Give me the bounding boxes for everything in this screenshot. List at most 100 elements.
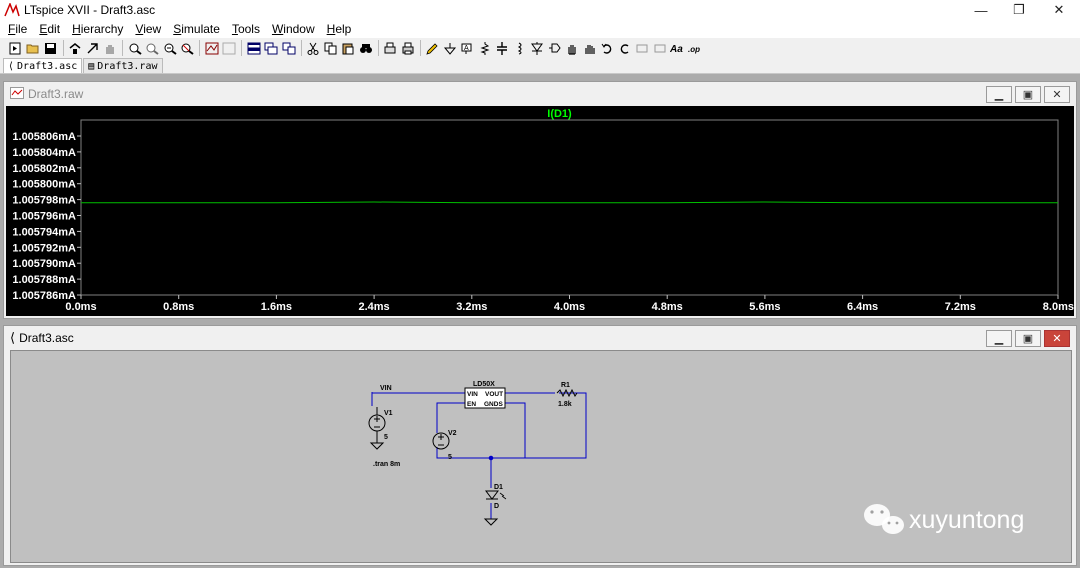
- ground-icon[interactable]: [441, 40, 458, 56]
- menu-bar: File Edit Hierarchy View Simulate Tools …: [0, 20, 1080, 38]
- wechat-logo-icon: [864, 504, 904, 534]
- halt-hand-icon[interactable]: [102, 40, 119, 56]
- waveform-window-titlebar[interactable]: Draft3.raw: [4, 82, 1076, 106]
- zoom-in-icon[interactable]: [126, 40, 143, 56]
- v1-value[interactable]: 5: [384, 434, 388, 441]
- zoom-out-icon[interactable]: [161, 40, 178, 56]
- draw-wire-pencil-icon[interactable]: [424, 40, 441, 56]
- d1-symbol: [485, 490, 499, 500]
- print-icon[interactable]: [399, 40, 416, 56]
- tab-draft3-raw[interactable]: ▤ Draft3.raw: [83, 58, 163, 73]
- drag-hand-icon[interactable]: [581, 40, 598, 56]
- cut-icon[interactable]: [305, 40, 322, 56]
- toolbar-separator: [122, 40, 123, 56]
- zoom-fit-icon[interactable]: [179, 40, 196, 56]
- tab-label: Draft3.asc: [17, 60, 78, 72]
- ic-name[interactable]: LD50X: [473, 381, 495, 388]
- menu-view[interactable]: View: [129, 22, 167, 36]
- text-aa-icon[interactable]: Aa: [669, 40, 686, 56]
- view-fft-icon[interactable]: [221, 40, 238, 56]
- menu-view-label: iew: [143, 22, 162, 36]
- watermark: xuyuntong: [864, 504, 1024, 534]
- wire-gnds: [505, 402, 526, 458]
- toolbar: A Aa .op: [0, 38, 1080, 58]
- menu-help-accel: H: [326, 22, 336, 36]
- autorange-icon[interactable]: [203, 40, 220, 56]
- menu-help[interactable]: Help: [321, 22, 358, 36]
- schematic-canvas[interactable]: VIN V1 5 V2 5 LD50X VIN EN VOUT GNDS R1 …: [10, 350, 1072, 563]
- watermark-text: xuyuntong: [909, 506, 1024, 534]
- menu-hierarchy[interactable]: Hierarchy: [66, 22, 129, 36]
- save-icon[interactable]: [42, 40, 59, 56]
- v2-value[interactable]: 5: [448, 454, 452, 461]
- capacitor-icon[interactable]: [494, 40, 511, 56]
- menu-simulate-label: imulate: [181, 22, 220, 36]
- tab-draft3-asc[interactable]: ⟨ Draft3.asc: [3, 58, 83, 73]
- close-button[interactable]: ✕: [1036, 0, 1080, 20]
- waveform-minimize-button[interactable]: ▁: [986, 86, 1012, 103]
- menu-edit[interactable]: Edit: [33, 22, 66, 36]
- waveform-close-button[interactable]: ✕: [1044, 86, 1070, 103]
- menu-file-label: ile: [15, 22, 28, 36]
- diode-icon[interactable]: [529, 40, 546, 56]
- v1-name[interactable]: V1: [384, 410, 393, 417]
- inductor-icon[interactable]: [511, 40, 528, 56]
- move-hand-icon[interactable]: [564, 40, 581, 56]
- r1-name[interactable]: R1: [561, 382, 570, 389]
- new-schematic-icon[interactable]: [7, 40, 24, 56]
- cascade-icon[interactable]: [263, 40, 280, 56]
- paste-icon[interactable]: [340, 40, 357, 56]
- menu-window[interactable]: Window: [266, 22, 321, 36]
- find-binoculars-icon[interactable]: [357, 40, 374, 56]
- tile-horizontal-icon[interactable]: [245, 40, 262, 56]
- r1-value[interactable]: 1.8k: [558, 401, 572, 408]
- waveform-plot[interactable]: I(D1) 1.005806mA 1.005804mA 1.005802mA 1.005…: [6, 106, 1074, 316]
- control-panel-icon[interactable]: [67, 40, 84, 56]
- toolbar-separator: [62, 40, 64, 56]
- label-net-icon[interactable]: A: [459, 40, 476, 56]
- spice-directive-tran[interactable]: .tran 8m: [373, 461, 400, 468]
- wire-vin: [371, 392, 465, 394]
- copy-icon[interactable]: [322, 40, 339, 56]
- menu-file[interactable]: File: [2, 22, 33, 36]
- tile-vertical-icon[interactable]: [280, 40, 297, 56]
- print-preview-icon[interactable]: [382, 40, 399, 56]
- ic-pin-en: EN: [467, 401, 476, 408]
- menu-help-label: elp: [335, 22, 352, 36]
- y-tick-label: 1.005806mA: [12, 131, 76, 143]
- toolbar-separator: [300, 40, 302, 56]
- wire-en: [436, 402, 465, 433]
- schematic-minimize-button[interactable]: ▁: [986, 330, 1012, 347]
- pan-icon[interactable]: [144, 40, 161, 56]
- menu-simulate[interactable]: Simulate: [167, 22, 226, 36]
- run-icon[interactable]: [84, 40, 101, 56]
- v2-name[interactable]: V2: [448, 430, 457, 437]
- menu-tools-label: ools: [237, 22, 260, 36]
- mirror-icon[interactable]: [651, 40, 668, 56]
- component-icon[interactable]: [546, 40, 563, 56]
- schematic-close-button[interactable]: ✕: [1044, 330, 1070, 347]
- mdi-workspace: Draft3.raw ▁ ▣ ✕ I(D1) 1.005806mA 1.005804…: [0, 74, 1080, 568]
- undo-icon[interactable]: [599, 40, 616, 56]
- ic-pin-vout: VOUT: [485, 391, 503, 398]
- ic-pin-vin: VIN: [467, 391, 478, 398]
- menu-hierarchy-label: ierarchy: [80, 22, 124, 36]
- d1-name[interactable]: D1: [494, 484, 503, 491]
- schematic-window-titlebar[interactable]: ⟨ Draft3.asc: [4, 326, 1076, 350]
- menu-tools[interactable]: Tools: [226, 22, 266, 36]
- rotate-icon[interactable]: [634, 40, 651, 56]
- spice-directive-op-icon[interactable]: .op: [686, 40, 703, 56]
- waveform-maximize-button[interactable]: ▣: [1015, 86, 1041, 103]
- x-tick-label: 4.0ms: [554, 301, 585, 313]
- ic-pin-gnds: GNDS: [484, 401, 503, 408]
- d1-value[interactable]: D: [494, 503, 499, 510]
- menu-hierarchy-accel: H: [72, 22, 81, 36]
- schematic-maximize-button[interactable]: ▣: [1015, 330, 1041, 347]
- open-folder-icon[interactable]: [25, 40, 42, 56]
- redo-icon[interactable]: [616, 40, 633, 56]
- resistor-icon[interactable]: [476, 40, 493, 56]
- v1-ground-icon: [369, 442, 385, 450]
- toolbar-separator: [419, 40, 421, 56]
- net-label-vin[interactable]: VIN: [380, 385, 392, 392]
- x-tick-label: 5.6ms: [749, 301, 780, 313]
